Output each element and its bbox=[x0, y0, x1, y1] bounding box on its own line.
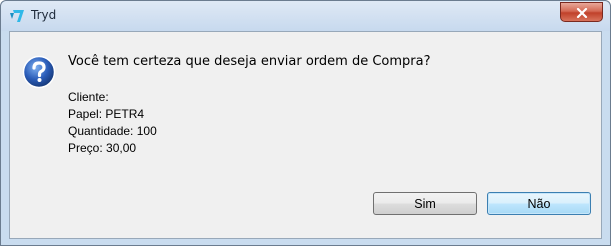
confirmation-question: Você tem certeza que deseja enviar ordem… bbox=[68, 54, 431, 69]
no-button[interactable]: Não bbox=[487, 192, 591, 215]
order-details: Cliente: Papel: PETR4 Quantidade: 100 Pr… bbox=[68, 89, 157, 157]
question-icon bbox=[22, 55, 56, 89]
detail-cliente: Cliente: bbox=[68, 90, 109, 104]
title-bar[interactable]: Tryd bbox=[1, 1, 610, 31]
detail-preco: Preço: 30,00 bbox=[68, 141, 137, 155]
window-title: Tryd bbox=[31, 8, 57, 22]
close-icon bbox=[576, 3, 588, 22]
dialog-window: Tryd Você tem certeza que deseja enviar … bbox=[0, 0, 611, 246]
detail-papel: Papel: PETR4 bbox=[68, 107, 145, 121]
dialog-content: Você tem certeza que deseja enviar ordem… bbox=[9, 31, 602, 239]
close-button[interactable] bbox=[560, 2, 603, 22]
detail-quantidade: Quantidade: 100 bbox=[68, 124, 157, 138]
yes-button[interactable]: Sim bbox=[373, 192, 477, 215]
tryd-logo-icon bbox=[9, 8, 25, 24]
